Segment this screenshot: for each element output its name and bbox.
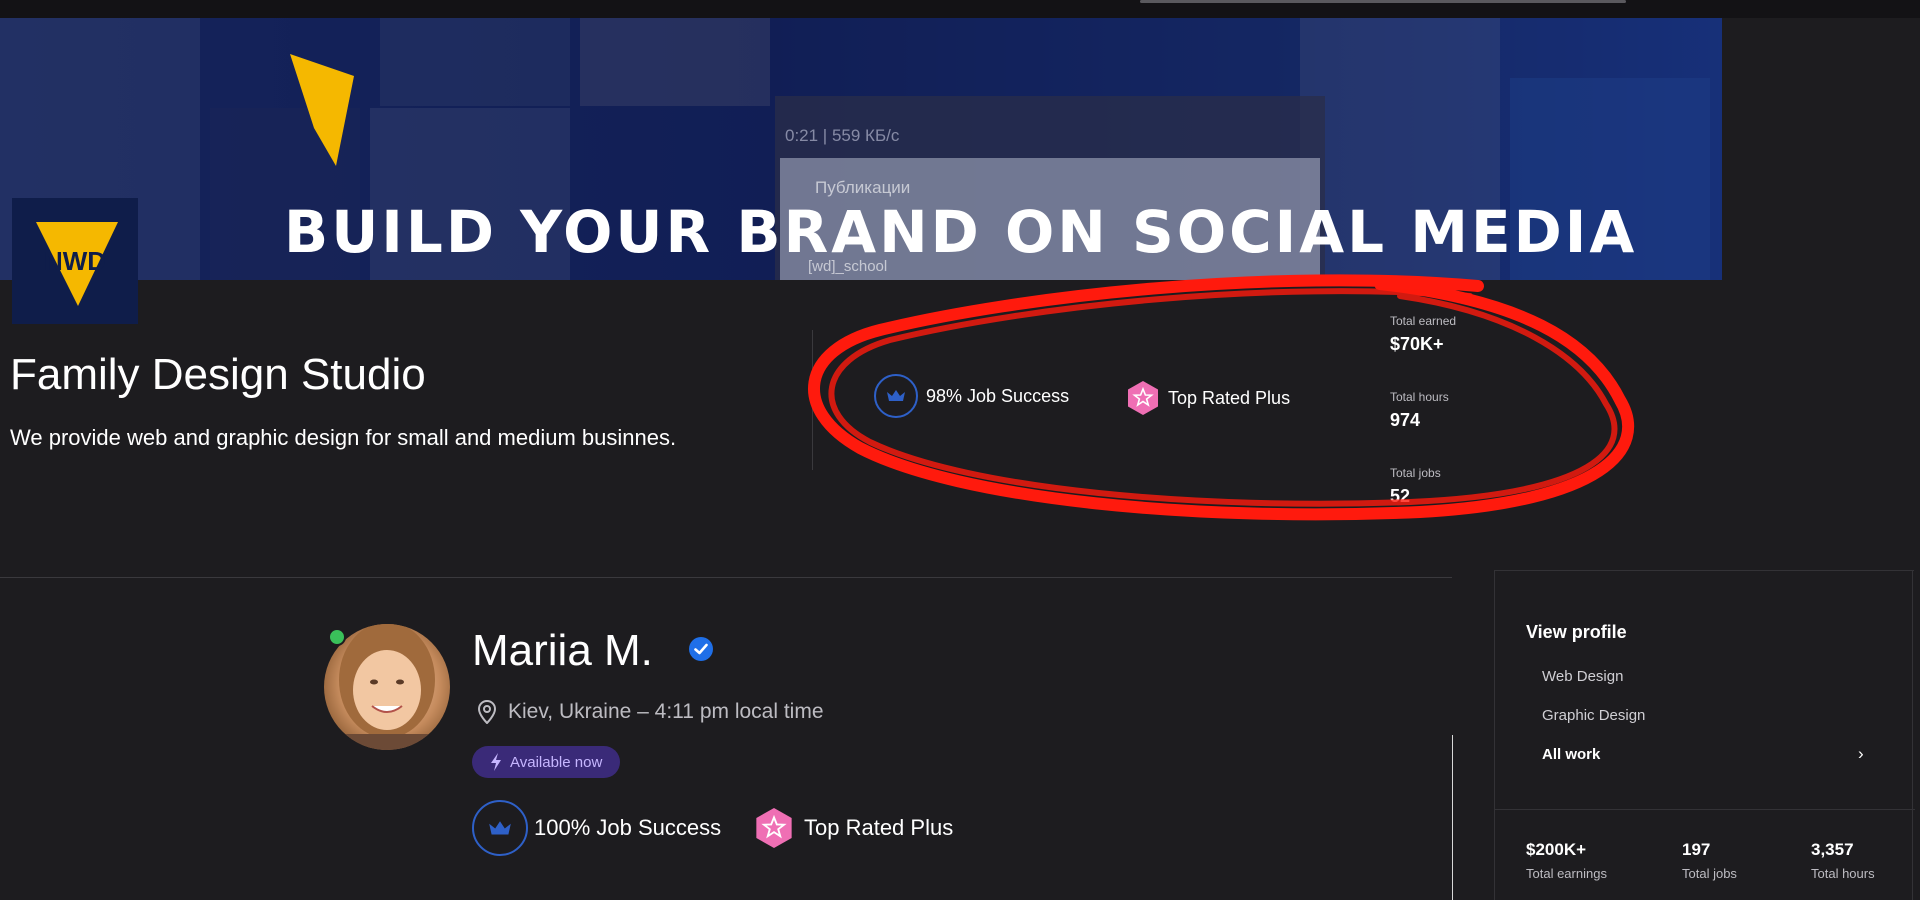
profile-avatar[interactable]	[324, 624, 450, 750]
agency-top-rated-text: Top Rated Plus	[1168, 387, 1291, 408]
profile-link-web-design[interactable]: Web Design	[1542, 668, 1623, 685]
agency-job-success-badge: 98% Job Success	[874, 374, 1069, 418]
profile-banner: 0:21 | 559 КБ/с Публикации [wd]_school B…	[0, 18, 1722, 280]
agency-top-rated-badge: Top Rated Plus	[1126, 380, 1290, 416]
nwd-logo-icon: NWD	[36, 222, 118, 306]
chevron-right-icon[interactable]: ›	[1858, 744, 1864, 764]
section-divider	[0, 577, 1452, 578]
agency-stat-label: Total hours	[1390, 390, 1449, 404]
freelancer-job-success-badge: 100% Job Success	[472, 800, 721, 856]
crown-icon	[472, 800, 528, 856]
phone-status-text: 0:21 | 559 КБ/с	[785, 126, 900, 145]
availability-text: Available now	[510, 753, 603, 771]
panel-edge	[1912, 570, 1913, 900]
freelancer-location: Kiev, Ukraine – 4:11 pm local time	[478, 700, 824, 724]
crown-icon	[874, 374, 918, 418]
star-badge-icon	[1126, 380, 1160, 416]
agency-stat-label: Total jobs	[1390, 466, 1441, 480]
freelancer-top-rated-badge: Top Rated Plus	[754, 806, 953, 850]
banner-headline: BUILD YOUR BRAND ON SOCIAL MEDIA	[284, 198, 1638, 266]
agency-description: We provide web and graphic design for sm…	[10, 425, 677, 450]
vertical-divider	[1452, 735, 1453, 900]
logo-text: NWD	[44, 246, 106, 276]
view-profile-heading: View profile	[1526, 622, 1627, 642]
verified-check-icon	[689, 637, 713, 661]
agency-stat-label: Total earned	[1390, 314, 1457, 328]
side-stat-value: $200K+	[1526, 840, 1587, 859]
agency-stat-value: 974	[1390, 410, 1421, 430]
freelancer-job-success-text: 100% Job Success	[534, 815, 722, 840]
side-stat-value: 3,357	[1811, 840, 1854, 859]
search-bar-edge[interactable]	[1140, 0, 1626, 3]
section-divider	[812, 330, 813, 470]
profile-link-all-work[interactable]: All work	[1542, 746, 1600, 763]
profile-link-graphic-design[interactable]: Graphic Design	[1542, 707, 1645, 724]
location-pin-icon	[478, 700, 496, 724]
availability-badge[interactable]: Available now	[472, 746, 621, 778]
phone-title-text: Публикации	[815, 178, 911, 197]
browser-top-bar	[0, 0, 1920, 18]
side-stat-value: 197	[1682, 840, 1711, 859]
freelancer-name: Mariia M.	[472, 626, 653, 675]
side-stat-label: Total hours	[1811, 866, 1875, 881]
side-stat-label: Total earnings	[1526, 866, 1607, 881]
agency-stat-value: 52	[1390, 486, 1411, 506]
agency-stat-value: $70K+	[1390, 334, 1444, 354]
panel-divider	[1495, 809, 1915, 810]
agency-name: Family Design Studio	[10, 350, 426, 399]
agency-logo[interactable]: NWD	[12, 198, 138, 324]
freelancer-top-rated-text: Top Rated Plus	[804, 815, 954, 840]
side-stat-label: Total jobs	[1682, 866, 1737, 881]
location-text: Kiev, Ukraine – 4:11 pm local time	[508, 700, 824, 723]
star-badge-icon	[754, 806, 794, 850]
lightning-bolt-logo-icon	[290, 54, 354, 166]
agency-job-success-text: 98% Job Success	[926, 385, 1070, 406]
online-status-dot	[328, 628, 346, 646]
lightning-icon	[491, 753, 501, 771]
